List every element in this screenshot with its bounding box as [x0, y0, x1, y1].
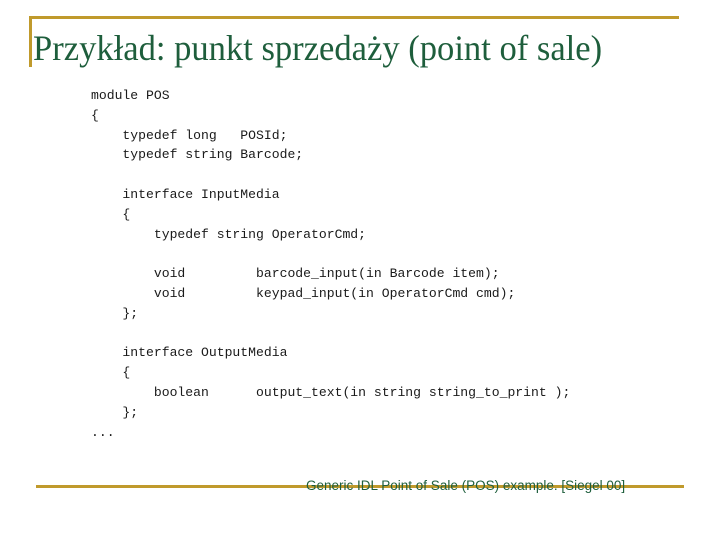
code-line: ... — [91, 424, 115, 440]
code-line: }; — [91, 305, 139, 321]
idl-code-block: module POS { typedef long POSId; typedef … — [91, 86, 570, 442]
title-accent-line-top — [29, 16, 679, 19]
code-line: void keypad_input(in OperatorCmd cmd); — [91, 285, 516, 301]
code-line: interface InputMedia — [91, 186, 280, 202]
code-line: }; — [91, 404, 139, 420]
code-line: typedef string OperatorCmd; — [91, 226, 367, 242]
code-line: typedef long POSId; — [91, 127, 288, 143]
source-caption: Generic IDL Point of Sale (POS) example.… — [306, 478, 626, 493]
code-line: interface OutputMedia — [91, 345, 288, 361]
slide-title: Przykład: punkt sprzedaży (point of sale… — [33, 28, 603, 68]
code-line: boolean output_text(in string string_to_… — [91, 384, 571, 400]
title-accent-line-left — [29, 16, 32, 67]
code-line: { — [91, 365, 131, 381]
code-line: { — [91, 107, 99, 123]
code-line: typedef string Barcode; — [91, 147, 304, 163]
code-line: module POS — [91, 88, 170, 103]
code-line: void barcode_input(in Barcode item); — [91, 266, 500, 282]
code-line: { — [91, 206, 131, 222]
